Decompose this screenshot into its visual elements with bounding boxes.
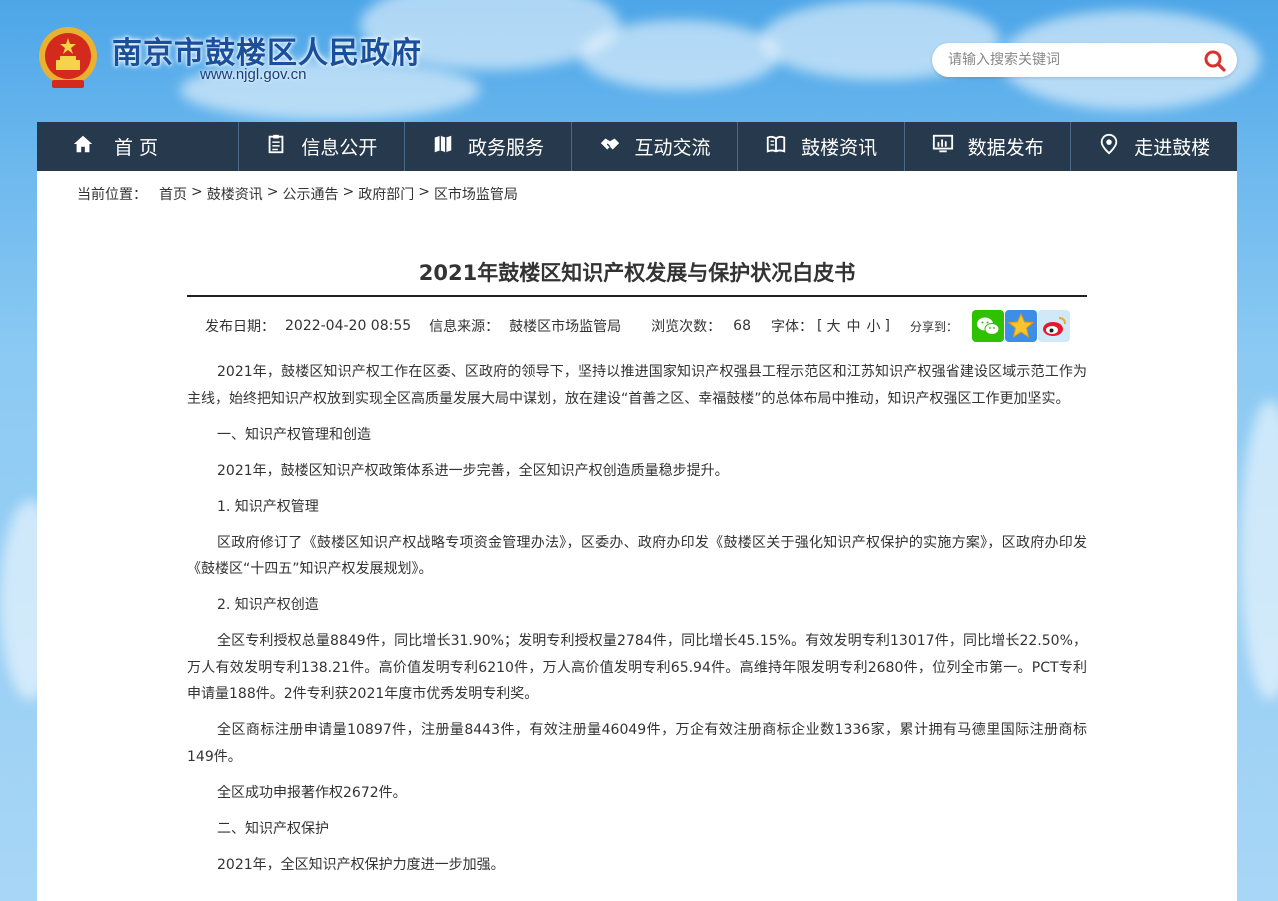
article-paragraph: 全区成功申报著作权2672件。 <box>217 784 407 801</box>
nav-label: 首 页 <box>114 137 159 159</box>
breadcrumb-link[interactable]: 公示通告 <box>282 184 338 204</box>
font-size-large-button[interactable]: 大 <box>826 316 840 336</box>
nav-item-about-gulou[interactable]: 走进鼓楼 <box>1071 122 1237 171</box>
home-icon <box>72 133 94 160</box>
national-emblem-icon[interactable] <box>38 24 98 90</box>
article-title: 2021年鼓楼区知识产权发展与保护状况白皮书 <box>418 261 856 285</box>
nav-item-data-release[interactable]: 数据发布 <box>905 122 1072 171</box>
main-content: 当前位置： 首页 > 鼓楼资讯 > 公示通告 > 政府部门 > 区市场监管局 2… <box>37 171 1237 901</box>
cloud-decoration <box>1240 400 1278 700</box>
article-paragraph: 全区专利授权总量8849件，同比增长31.90%；发明专利授权量2784件，同比… <box>187 633 1087 702</box>
breadcrumb: 当前位置： 首页 > 鼓楼资讯 > 公示通告 > 政府部门 > 区市场监管局 <box>77 184 518 204</box>
nav-item-home[interactable]: 首 页 <box>37 122 239 171</box>
publish-date: 2022-04-20 08:55 <box>285 318 412 334</box>
source-value: 鼓楼区市场监管局 <box>509 319 622 335</box>
font-size-label: 字体： <box>771 319 813 335</box>
handshake-icon <box>599 133 621 160</box>
nav-label: 数据发布 <box>967 137 1044 159</box>
nav-item-info-disclosure[interactable]: 信息公开 <box>239 122 406 171</box>
book-icon <box>765 133 787 160</box>
article-paragraph: 2021年，鼓楼区知识产权政策体系进一步完善，全区知识产权创造质量稳步提升。 <box>217 462 729 479</box>
title-divider <box>187 295 1087 297</box>
main-nav: 首 页 信息公开 政务服务 互动交流 鼓楼资讯 数据发布 走进鼓楼 <box>37 122 1237 171</box>
views-label: 浏览次数： <box>651 319 722 335</box>
article-body: 2021年，鼓楼区知识产权工作在区委、区政府的领导下，坚持以推进国家知识产权强县… <box>187 359 1087 888</box>
section-heading: 一、知识产权管理和创造 <box>217 426 371 443</box>
breadcrumb-link[interactable]: 区市场监管局 <box>434 184 518 204</box>
breadcrumb-separator: > <box>266 184 279 200</box>
site-url[interactable]: www.njgl.gov.cn <box>200 66 306 83</box>
breadcrumb-link[interactable]: 政府部门 <box>358 184 414 204</box>
search-icon[interactable] <box>1203 49 1227 73</box>
font-size-bracket: ] <box>884 318 890 334</box>
breadcrumb-separator: > <box>191 184 203 200</box>
article-paragraph: 2021年，鼓楼区知识产权工作在区委、区政府的领导下，坚持以推进国家知识产权强县… <box>187 364 1087 407</box>
location-pin-icon <box>1098 133 1120 160</box>
nav-label: 鼓楼资讯 <box>801 137 878 159</box>
nav-label: 政务服务 <box>467 137 544 159</box>
breadcrumb-link[interactable]: 鼓楼资讯 <box>207 184 263 204</box>
breadcrumb-prefix: 当前位置： <box>77 187 147 203</box>
wechat-share-icon[interactable] <box>971 310 1004 342</box>
font-size-small-button[interactable]: 小 <box>866 316 880 336</box>
share-label: 分享到： <box>909 319 958 334</box>
views-count: 68 <box>733 318 751 334</box>
source-label: 信息来源： <box>429 319 500 335</box>
article-paragraph: 区政府修订了《鼓楼区知识产权战略专项资金管理办法》，区委办、政府办印发《鼓楼区关… <box>187 534 1087 578</box>
section-heading: 二、知识产权保护 <box>217 820 329 837</box>
date-label: 发布日期： <box>205 319 275 335</box>
site-header: 南京市鼓楼区人民政府 www.njgl.gov.cn <box>0 0 1278 122</box>
font-size-medium-button[interactable]: 中 <box>846 316 860 336</box>
article-paragraph: 全区商标注册申请量10897件，注册量8443件，有效注册量46049件，万企有… <box>187 722 1087 765</box>
document-icon <box>265 133 287 160</box>
subsection-heading: 1. 知识产权管理 <box>217 498 319 515</box>
breadcrumb-link[interactable]: 首页 <box>159 184 187 204</box>
font-size-bracket: [ <box>817 318 823 334</box>
search-box <box>932 43 1237 77</box>
article-meta: 发布日期： 2022-04-20 08:55 信息来源： 鼓楼区市场监管局 浏览… <box>205 310 1071 342</box>
article-paragraph: 2021年，全区知识产权保护力度进一步加强。 <box>217 856 505 873</box>
nav-item-gulou-news[interactable]: 鼓楼资讯 <box>738 122 905 171</box>
map-icon <box>432 133 454 160</box>
nav-item-gov-services[interactable]: 政务服务 <box>405 122 572 171</box>
nav-label: 走进鼓楼 <box>1134 137 1211 159</box>
nav-label: 互动交流 <box>634 137 711 159</box>
breadcrumb-separator: > <box>418 184 430 200</box>
nav-item-interaction[interactable]: 互动交流 <box>572 122 739 171</box>
monitor-chart-icon <box>932 133 954 160</box>
breadcrumb-separator: > <box>342 184 355 200</box>
qzone-share-icon[interactable] <box>1004 310 1037 342</box>
nav-label: 信息公开 <box>301 137 378 159</box>
search-input[interactable] <box>948 49 1188 71</box>
weibo-share-icon[interactable] <box>1037 310 1070 342</box>
subsection-heading: 2. 知识产权创造 <box>217 597 319 613</box>
